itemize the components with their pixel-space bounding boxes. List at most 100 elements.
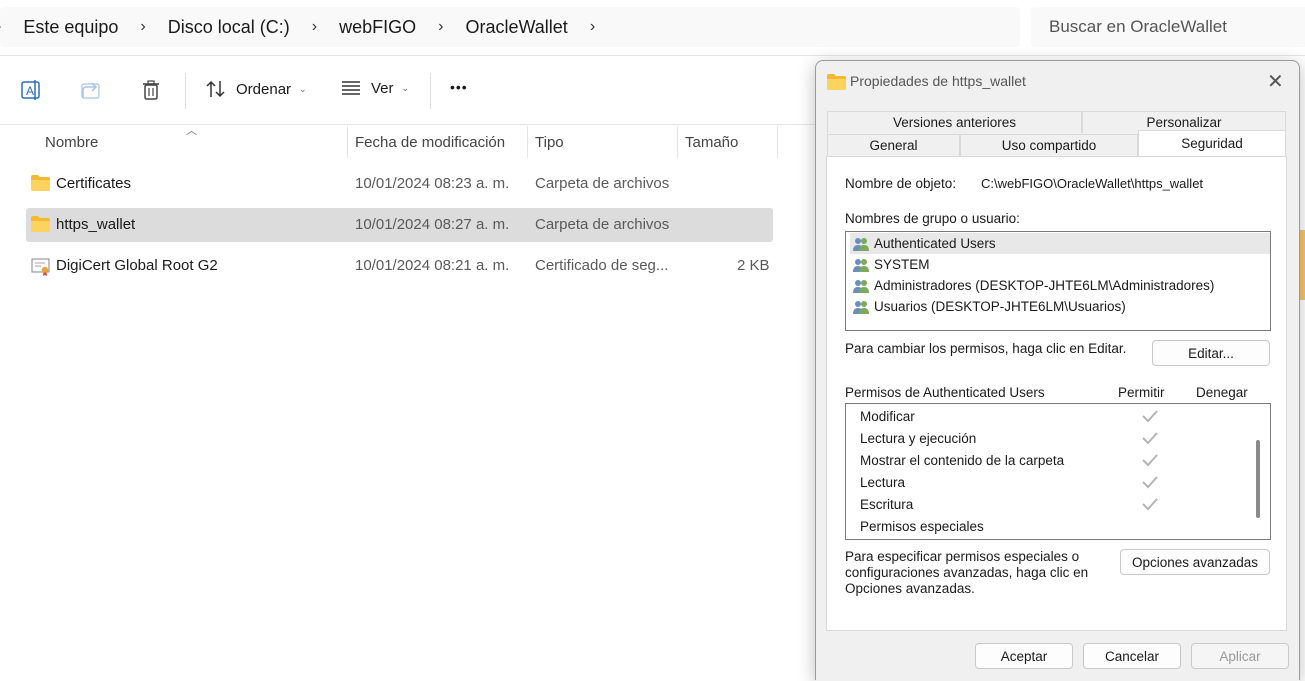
permissions-header: Permisos de Authenticated Users (845, 385, 1045, 400)
permission-name: Escritura (860, 496, 914, 512)
chevron-right-icon[interactable]: › (424, 18, 457, 36)
permission-name: Lectura (860, 474, 906, 490)
file-name: Certificates (56, 175, 132, 192)
groups-listbox[interactable]: Authenticated Users SYSTEM Administrador… (845, 231, 1271, 331)
chevron-down-icon: ⌄ (299, 83, 307, 94)
group-item[interactable]: SYSTEM (850, 254, 1270, 275)
breadcrumb[interactable]: › Este equipo › Disco local (C:) › webFI… (0, 7, 1020, 47)
group-name: Usuarios (DESKTOP-JHTE6LM\Usuarios) (874, 299, 1126, 314)
column-divider[interactable] (777, 126, 778, 158)
permission-row: Modificar (860, 405, 1250, 427)
folder-icon (31, 216, 50, 236)
file-modified: 10/01/2024 08:27 a. m. (355, 216, 510, 233)
rename-icon[interactable]: A (20, 79, 42, 101)
breadcrumb-webfigo[interactable]: webFIGO (335, 17, 420, 38)
column-header-name[interactable]: Nombre (37, 126, 347, 158)
group-item[interactable]: Authenticated Users (850, 233, 1270, 254)
advanced-options-button[interactable]: Opciones avanzadas (1120, 549, 1270, 575)
allow-column-header: Permitir (1118, 385, 1165, 400)
toolbar-divider (185, 73, 186, 109)
file-modified: 10/01/2024 08:23 a. m. (355, 175, 510, 192)
advanced-text-line-2: configuraciones avanzadas, haga clic en (845, 565, 1089, 580)
column-header-size[interactable]: Tamaño (677, 126, 777, 158)
checkmark-icon (1142, 454, 1158, 467)
folder-icon (827, 74, 846, 93)
sort-button[interactable]: Ordenar ⌄ (204, 79, 307, 99)
file-row-https-wallet[interactable]: https_wallet 10/01/2024 08:27 a. m. Carp… (26, 208, 773, 242)
permission-name: Mostrar el contenido de la carpeta (860, 452, 1065, 468)
file-type: Carpeta de archivos (535, 175, 670, 192)
column-header-type[interactable]: Tipo (527, 126, 677, 158)
users-icon (853, 258, 869, 272)
tab-security[interactable]: Seguridad (1138, 130, 1286, 156)
folder-icon (31, 175, 50, 195)
tab-sharing[interactable]: Uso compartido (960, 134, 1138, 156)
delete-icon[interactable] (140, 79, 162, 101)
column-header-modified[interactable]: Fecha de modificación (347, 126, 527, 158)
chevron-right-icon[interactable]: › (126, 18, 159, 36)
chevron-right-icon[interactable]: › (0, 18, 15, 36)
properties-dialog: Propiedades de https_wallet ✕ Versiones … (815, 60, 1300, 681)
checkmark-icon (1142, 498, 1158, 511)
permission-name: Permisos especiales (860, 518, 984, 534)
chevron-right-icon[interactable]: › (576, 18, 609, 36)
tab-general[interactable]: General (827, 134, 960, 156)
address-bar: › Este equipo › Disco local (C:) › webFI… (0, 0, 1305, 56)
group-item[interactable]: Administradores (DESKTOP-JHTE6LM\Adminis… (850, 275, 1270, 296)
permission-row: Lectura y ejecución (860, 427, 1250, 449)
advanced-text-line-3: Opciones avanzadas. (845, 581, 975, 596)
view-icon (342, 81, 360, 95)
file-size: 2 KB (737, 257, 770, 274)
chevron-down-icon: ⌄ (401, 82, 410, 93)
view-button[interactable]: Ver ⌄ (340, 79, 409, 97)
file-row-certificates[interactable]: Certificates 10/01/2024 08:23 a. m. Carp… (26, 167, 773, 201)
users-icon (853, 300, 869, 314)
breadcrumb-disco-local[interactable]: Disco local (C:) (164, 17, 294, 38)
search-input[interactable]: Buscar en OracleWallet (1031, 7, 1305, 47)
file-type: Certificado de seg... (535, 257, 669, 274)
users-icon (853, 237, 869, 251)
chevron-right-icon[interactable]: › (298, 18, 331, 36)
edit-button[interactable]: Editar... (1152, 340, 1270, 366)
search-placeholder: Buscar en OracleWallet (1049, 17, 1227, 36)
permissions-list[interactable]: Modificar Lectura y ejecución Mostrar el… (845, 403, 1271, 540)
advanced-text-line-1: Para especificar permisos especiales o (845, 549, 1080, 564)
object-name-value: C:\webFIGO\OracleWallet\https_wallet (981, 176, 1204, 191)
permission-row: Permisos especiales (860, 515, 1250, 537)
file-row-digicert[interactable]: DigiCert Global Root G2 10/01/2024 08:21… (26, 249, 773, 283)
users-icon (853, 279, 869, 293)
checkmark-icon (1142, 476, 1158, 489)
apply-button[interactable]: Aplicar (1191, 643, 1289, 669)
dialog-title: Propiedades de https_wallet (850, 73, 1026, 89)
group-name: Administradores (DESKTOP-JHTE6LM\Adminis… (874, 278, 1215, 293)
breadcrumb-oraclewallet[interactable]: OracleWallet (461, 17, 571, 38)
deny-column-header: Denegar (1196, 385, 1248, 400)
group-item[interactable]: Usuarios (DESKTOP-JHTE6LM\Usuarios) (850, 296, 1270, 317)
file-name: https_wallet (56, 216, 136, 233)
permission-name: Lectura y ejecución (860, 430, 977, 446)
dialog-footer: Aceptar Cancelar Aplicar (816, 631, 1299, 681)
checkmark-icon (1142, 410, 1158, 423)
toolbar-divider (430, 73, 431, 109)
permission-row: Escritura (860, 493, 1250, 515)
tab-previous-versions[interactable]: Versiones anteriores (827, 111, 1082, 133)
breadcrumb-este-equipo[interactable]: Este equipo (19, 17, 122, 38)
group-name: SYSTEM (874, 257, 930, 272)
permission-row: Lectura (860, 471, 1250, 493)
close-icon[interactable]: ✕ (1267, 69, 1284, 94)
permission-row: Mostrar el contenido de la carpeta (860, 449, 1250, 471)
ok-button[interactable]: Aceptar (975, 643, 1073, 669)
checkmark-icon (1142, 432, 1158, 445)
groups-label: Nombres de grupo o usuario: (845, 211, 1020, 226)
svg-text:A: A (26, 84, 34, 98)
command-bar: A Ordenar ⌄ Ver ⌄ ••• (0, 57, 815, 125)
object-name-label: Nombre de objeto: (845, 176, 957, 191)
cancel-button[interactable]: Cancelar (1083, 643, 1181, 669)
sort-icon (206, 80, 225, 98)
group-name: Authenticated Users (874, 236, 996, 251)
file-name: DigiCert Global Root G2 (56, 257, 218, 274)
share-icon[interactable] (80, 79, 102, 101)
more-options-button[interactable]: ••• (450, 79, 468, 95)
scrollbar-thumb[interactable] (1256, 440, 1260, 518)
change-permissions-text: Para cambiar los permisos, haga clic en … (845, 341, 1127, 356)
